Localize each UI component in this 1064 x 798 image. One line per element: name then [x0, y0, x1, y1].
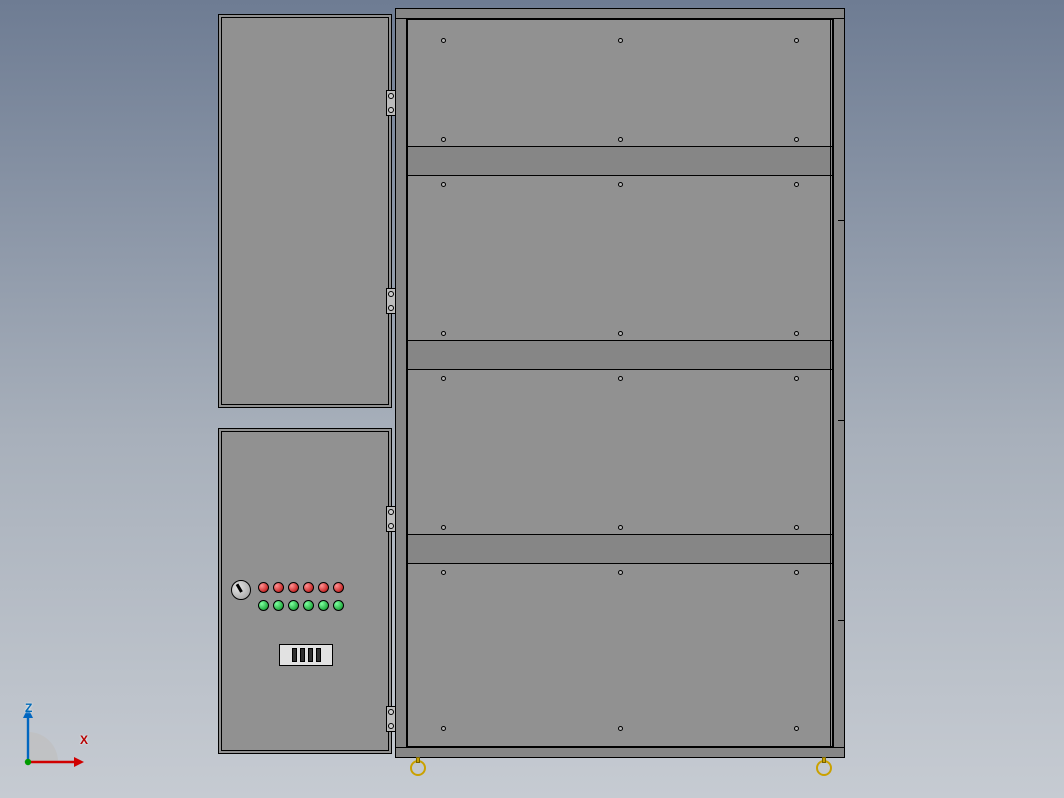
hole [441, 137, 446, 142]
hole [618, 137, 623, 142]
axis-x-label: X [80, 734, 88, 746]
indicator-lamp-green-2 [273, 600, 284, 611]
right-notch-3 [838, 620, 844, 621]
right-notch-1 [838, 220, 844, 221]
cad-viewport[interactable]: X Z [0, 0, 1064, 798]
hole [794, 38, 799, 43]
main-cabinet-right-stile [833, 8, 845, 758]
hole [794, 137, 799, 142]
hole [441, 525, 446, 530]
axis-z-label: Z [25, 702, 32, 714]
right-notch-2 [838, 420, 844, 421]
hole [618, 376, 623, 381]
hole [618, 726, 623, 731]
hole [441, 38, 446, 43]
indicator-lamp-red-2 [273, 582, 284, 593]
breaker-3[interactable] [308, 648, 313, 662]
hole [441, 376, 446, 381]
breaker-frame [279, 644, 333, 666]
cabinet-rail-3 [407, 534, 833, 564]
breaker-2[interactable] [300, 648, 305, 662]
hole [794, 525, 799, 530]
breaker-1[interactable] [292, 648, 297, 662]
lifting-shackle-right [816, 760, 832, 776]
indicator-lamp-green-3 [288, 600, 299, 611]
indicator-lamp-green-1 [258, 600, 269, 611]
side-door-top [218, 14, 392, 408]
hinge-1 [386, 90, 396, 116]
rotary-selector[interactable] [231, 580, 251, 600]
cabinet-rail-1 [407, 146, 833, 176]
cabinet-rail-2 [407, 340, 833, 370]
breaker-strip [292, 648, 321, 662]
axis-triad[interactable]: X Z [22, 706, 84, 768]
indicator-lamp-red-5 [318, 582, 329, 593]
hole [794, 376, 799, 381]
hole [794, 182, 799, 187]
main-cabinet-face [407, 19, 833, 747]
hinge-4 [386, 706, 396, 732]
main-cabinet-bottom-rail [395, 747, 845, 758]
hinge-3 [386, 506, 396, 532]
indicator-lamp-red-1 [258, 582, 269, 593]
hole [618, 525, 623, 530]
hinge-2 [386, 288, 396, 314]
hole [618, 570, 623, 575]
hole [618, 38, 623, 43]
hole [441, 331, 446, 336]
indicator-lamp-green-4 [303, 600, 314, 611]
hole [618, 182, 623, 187]
hole [441, 570, 446, 575]
main-cabinet-top-rail [395, 8, 845, 19]
indicator-lamp-red-4 [303, 582, 314, 593]
indicator-lamp-green-6 [333, 600, 344, 611]
indicator-lamp-red-3 [288, 582, 299, 593]
lifting-shackle-left [410, 760, 426, 776]
hole [441, 726, 446, 731]
indicator-lamp-green-5 [318, 600, 329, 611]
breaker-4[interactable] [316, 648, 321, 662]
main-cabinet-left-stile [395, 8, 407, 758]
hole [794, 570, 799, 575]
hole [618, 331, 623, 336]
hole [441, 182, 446, 187]
hole [794, 726, 799, 731]
right-edge-seam [830, 19, 831, 747]
indicator-lamp-red-6 [333, 582, 344, 593]
hole [794, 331, 799, 336]
